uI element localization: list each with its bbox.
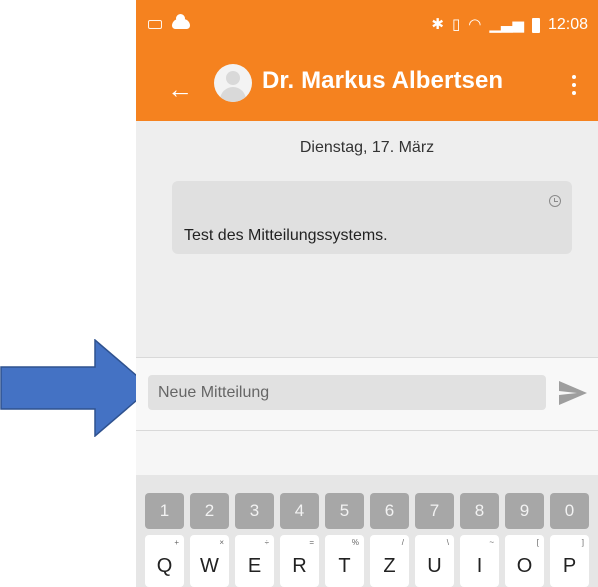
contact-name[interactable]: Dr. Markus Albertsen (262, 67, 503, 95)
key-e[interactable]: ÷ E (235, 535, 274, 587)
app-bar: ← Dr. Markus Albertsen (136, 59, 598, 121)
key-5[interactable]: 5 (325, 493, 364, 529)
message-composer (136, 358, 598, 430)
key-1[interactable]: 1 (145, 493, 184, 529)
screenshot-canvas: ✱ ▯ ◠ ▁▃▅ 12:08 ← Dr. Markus Albertsen D… (0, 0, 598, 587)
key-o[interactable]: [O (505, 535, 544, 587)
key-2[interactable]: 2 (190, 493, 229, 529)
key-4[interactable]: 4 (280, 493, 319, 529)
message-text: Test des Mitteilungssystems. (184, 227, 388, 244)
key-u[interactable]: \ U (415, 535, 454, 587)
battery-icon (531, 17, 540, 33)
send-icon[interactable] (558, 380, 588, 406)
keyboard-suggestion-strip[interactable] (136, 431, 598, 475)
more-vert-icon[interactable] (564, 69, 584, 101)
person-avatar-icon[interactable] (214, 64, 252, 102)
keyboard-number-row: 1 2 3 4 5 6 7 8 9 0 (136, 493, 598, 529)
key-6[interactable]: 6 (370, 493, 409, 529)
key-7[interactable]: 7 (415, 493, 454, 529)
message-bubble[interactable]: Test des Mitteilungssystems. (172, 181, 572, 254)
keyboard-icon (148, 19, 162, 29)
key-0[interactable]: 0 (550, 493, 589, 529)
new-message-input[interactable] (148, 375, 546, 410)
cloud-icon (172, 14, 190, 29)
vibrate-icon: ▯ (451, 16, 461, 33)
key-q[interactable]: + Q (145, 535, 184, 587)
key-8[interactable]: 8 (460, 493, 499, 529)
key-i[interactable]: ~ I (460, 535, 499, 587)
keyboard: 1 2 3 4 5 6 7 8 9 0 + Q × W ÷ E = R % T / Z \ U… (136, 475, 598, 587)
key-p[interactable]: ] P (550, 535, 589, 587)
key-r[interactable]: = R (280, 535, 319, 587)
annotation-arrow-icon (0, 339, 152, 437)
back-arrow-icon[interactable]: ← (164, 73, 196, 105)
wifi-icon: ◠ (468, 16, 482, 33)
key-t[interactable]: % T (325, 535, 364, 587)
date-separator: Dienstag, 17. März (299, 139, 435, 156)
bluetooth-icon: ✱ (431, 16, 444, 33)
key-z[interactable]: / Z (370, 535, 409, 587)
phone-screen: ✱ ▯ ◠ ▁▃▅ 12:08 ← Dr. Markus Albertsen D… (136, 0, 598, 587)
key-w[interactable]: × W (190, 535, 229, 587)
status-bar: ✱ ▯ ◠ ▁▃▅ 12:08 (136, 0, 598, 59)
key-3[interactable]: 3 (235, 493, 274, 529)
chat-area[interactable]: Dienstag, 17. März Test des Mitteilungss… (136, 121, 598, 358)
key-9[interactable]: 9 (505, 493, 544, 529)
clock-icon (549, 195, 561, 207)
status-time: 12:08 (547, 16, 588, 33)
signal-icon: ▁▃▅ (489, 16, 524, 33)
keyboard-qwerty-row: + Q × W ÷ E = R % T / Z \ U ~ I [O ] P (136, 535, 598, 587)
